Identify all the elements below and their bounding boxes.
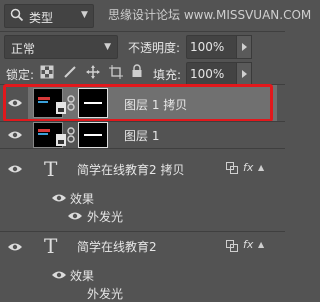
opacity-label: 不透明度:: [128, 41, 181, 55]
smart-object-icon: [56, 134, 66, 146]
eye-icon[interactable]: [67, 211, 83, 221]
lock-label: 锁定:: [6, 68, 35, 82]
lock-transparent-pixels-icon[interactable]: [40, 65, 54, 79]
opacity-slider-button[interactable]: [236, 35, 252, 59]
annotation-highlight-box: [3, 84, 273, 122]
layer-row[interactable]: T 简学在线教育2 fx ▲ 效果 外发光: [0, 232, 285, 301]
fx-icon[interactable]: fx: [243, 238, 253, 251]
eye-icon[interactable]: [7, 242, 23, 252]
lock-artboard-icon[interactable]: [109, 65, 123, 79]
effect-outer-glow[interactable]: 外发光: [87, 208, 123, 225]
layer-link-badge-icon: [226, 162, 238, 174]
fx-icon[interactable]: fx: [243, 161, 253, 174]
eye-icon[interactable]: [7, 164, 23, 174]
lock-all-icon[interactable]: [130, 64, 144, 78]
opacity-input[interactable]: 100%: [186, 35, 238, 59]
layers-panel: 类型 ▼ 思缘设计论坛 www.MISSVUAN.COM 正常 ▼ 不透明度: …: [0, 0, 311, 301]
lock-position-icon[interactable]: [86, 65, 100, 79]
eye-icon[interactable]: [7, 130, 23, 140]
effects-label: 效果: [70, 269, 95, 283]
text-layer-icon: T: [44, 157, 58, 181]
layer-link-badge-icon: [226, 240, 238, 252]
effects-label: 效果: [70, 192, 95, 206]
effect-outer-glow[interactable]: 外发光: [87, 285, 123, 302]
layer-name[interactable]: 图层 1: [124, 127, 159, 144]
watermark-text: 思缘设计论坛 www.MISSVUAN.COM: [108, 8, 312, 22]
fill-value: 100%: [190, 67, 225, 81]
layer-filter-select[interactable]: 类型 ▼: [4, 4, 94, 28]
layer-name[interactable]: 简学在线教育2: [77, 238, 157, 255]
fill-slider-button[interactable]: [236, 62, 252, 86]
opacity-value: 100%: [190, 40, 225, 54]
layer-mask-thumbnail[interactable]: [78, 122, 108, 148]
layer-row[interactable]: 图层 1: [0, 122, 285, 148]
search-icon: [10, 8, 24, 22]
chevron-down-icon: ▼: [104, 42, 111, 52]
divider: [0, 31, 285, 32]
link-icon[interactable]: [67, 127, 75, 143]
collapse-effects-icon[interactable]: ▲: [258, 240, 264, 249]
chevron-down-icon: ▼: [81, 10, 88, 20]
eye-icon[interactable]: [51, 270, 67, 280]
blend-mode-select[interactable]: 正常 ▼: [4, 35, 118, 59]
layer-name[interactable]: 简学在线教育2 拷贝: [77, 161, 184, 178]
blend-mode-value: 正常: [11, 42, 36, 56]
filter-kind-label: 类型: [29, 11, 54, 25]
fill-input[interactable]: 100%: [186, 62, 238, 86]
lock-image-pixels-icon[interactable]: [63, 65, 77, 79]
collapse-effects-icon[interactable]: ▲: [258, 163, 264, 172]
layer-row[interactable]: T 简学在线教育2 拷贝 fx ▲ 效果 外发光: [0, 149, 285, 231]
eye-icon[interactable]: [51, 193, 67, 203]
fill-label: 填充:: [153, 68, 182, 82]
text-layer-icon: T: [44, 234, 58, 258]
